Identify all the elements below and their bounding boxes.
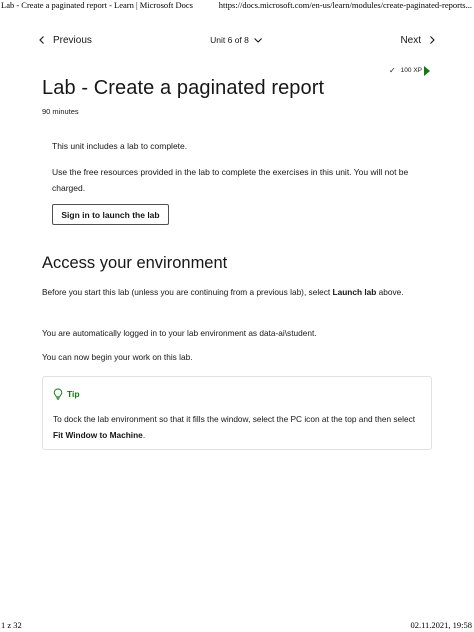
paragraph-begin-work: You can now begin your work on this lab. <box>42 352 193 362</box>
fit-window-emphasis: Fit Window to Machine <box>53 429 143 440</box>
paragraph-launch-lab: Before you start this lab (unless you ar… <box>42 285 432 301</box>
previous-label: Previous <box>53 34 92 46</box>
chevron-right-icon <box>430 36 435 44</box>
lab-intro: This unit includes a lab to complete. <box>52 141 188 151</box>
xp-indicator: ✓ 100 XP <box>389 66 422 75</box>
next-label: Next <box>400 34 421 46</box>
tip-text-before: To dock the lab environment so that it f… <box>53 414 416 424</box>
launch-lab-emphasis: Launch lab <box>332 287 377 297</box>
chevron-down-icon <box>253 38 262 43</box>
page-number: 1 z 32 <box>1 620 22 630</box>
unit-navigation: Previous Unit 6 of 8 Next <box>36 34 438 50</box>
sign-in-launch-lab-button[interactable]: Sign in to launch the lab <box>52 204 169 225</box>
p1-text-after: above. <box>376 287 404 297</box>
unit-label: Unit 6 of 8 <box>210 35 249 45</box>
print-header: Lab - Create a paginated report - Learn … <box>0 0 474 12</box>
print-header-title: Lab - Create a paginated report - Learn … <box>1 0 193 10</box>
progress-flag-icon <box>424 66 430 76</box>
xp-label: 100 XP <box>400 67 422 74</box>
tip-label: Tip <box>67 389 80 399</box>
lightbulb-icon <box>53 388 63 400</box>
tip-body: To dock the lab environment so that it f… <box>53 412 421 443</box>
section-title: Access your environment <box>42 254 228 272</box>
paragraph-auto-login: You are automatically logged in to your … <box>42 328 317 338</box>
print-header-url: https://docs.microsoft.com/en-us/learn/m… <box>218 0 472 10</box>
page-title: Lab - Create a paginated report <box>42 77 325 99</box>
tip-callout: Tip To dock the lab environment so that … <box>42 376 432 450</box>
next-button[interactable]: Next <box>400 34 438 46</box>
lab-description: Use the free resources provided in the l… <box>52 167 409 193</box>
lab-box: This unit includes a lab to complete. Us… <box>42 131 431 225</box>
tip-text-after: . <box>142 429 146 440</box>
p1-text-before: Before you start this lab (unless you ar… <box>42 287 333 297</box>
duration: 90 minutes <box>42 107 79 116</box>
check-icon: ✓ <box>388 66 396 75</box>
chevron-left-icon <box>39 36 44 44</box>
print-datetime: 02.11.2021, 19:58 <box>410 620 472 630</box>
tip-header: Tip <box>53 388 80 400</box>
print-footer: 1 z 32 02.11.2021, 19:58 <box>0 620 474 632</box>
previous-button[interactable]: Previous <box>36 34 92 46</box>
unit-selector[interactable]: Unit 6 of 8 <box>210 34 264 46</box>
